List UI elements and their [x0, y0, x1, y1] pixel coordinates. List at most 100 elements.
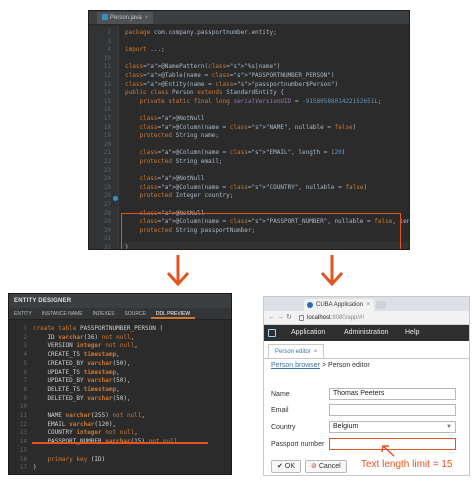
- code-line: 1 create table PASSPORTNUMBER_PERSON (: [9, 324, 231, 333]
- line-number: 2: [23, 333, 27, 341]
- email-field[interactable]: [329, 404, 456, 416]
- line-number: 5: [23, 359, 27, 367]
- code-editor: Person.java × 2 package com.company.passpo…: [88, 10, 410, 250]
- code-line: 15: [9, 446, 231, 455]
- back-icon[interactable]: ←: [268, 311, 275, 325]
- close-icon[interactable]: ×: [366, 299, 370, 311]
- code-text: DELETE_TS timestamp,: [33, 385, 120, 393]
- browser-window: CUBA Application × ← → ↻ localhost:8080/…: [263, 296, 470, 476]
- address-bar[interactable]: ← → ↻ localhost:8080/app/#!: [264, 311, 469, 325]
- tab-person-editor-label: Person editor: [275, 349, 311, 355]
- passport-ddl-underline: [32, 442, 208, 444]
- ddl-preview[interactable]: 1 create table PASSPORTNUMBER_PERSON (2 I…: [9, 322, 231, 474]
- ok-button[interactable]: ✔ OK: [271, 460, 301, 473]
- country-label: Country: [271, 424, 296, 431]
- tab-indexes[interactable]: INDEXES: [88, 308, 120, 319]
- length-limit-annotation: Text length limit = 15: [361, 459, 453, 470]
- close-icon[interactable]: ×: [145, 15, 149, 21]
- ban-icon: ⊘: [311, 463, 317, 470]
- line-number: 11: [19, 412, 27, 419]
- passport-field-highlight: [121, 213, 401, 249]
- code-line: 4 CREATE_TS timestamp,: [9, 350, 231, 359]
- country-value: Belgium: [333, 423, 359, 430]
- page-icon: [299, 315, 304, 321]
- line-number: 3: [23, 342, 27, 350]
- line-number: 17: [19, 464, 27, 472]
- code-text: create table PASSPORTNUMBER_PERSON (: [33, 325, 164, 332]
- line-number: 13: [19, 429, 27, 437]
- code-line: 2 ID varchar(36) not null,: [9, 333, 231, 342]
- cancel-label: Cancel: [318, 463, 341, 470]
- new-tab-button[interactable]: [376, 301, 386, 309]
- country-select[interactable]: Belgium ▼: [329, 421, 456, 433]
- code-text: COUNTRY integer not null,: [33, 429, 138, 437]
- breadcrumb-separator: >: [321, 362, 327, 369]
- line-number: 10: [19, 403, 27, 411]
- name-field[interactable]: Thomas Peeters: [329, 388, 456, 400]
- code-line: 5 CREATED_BY varchar(50),: [9, 359, 231, 368]
- code-line: 11 NAME varchar(255) not null,: [9, 411, 231, 420]
- arrow-down-left-icon: [166, 255, 190, 287]
- code-line: 16 primary key (ID): [9, 455, 231, 464]
- code-line: 9 DELETED_BY varchar(50),: [9, 394, 231, 403]
- tab-source[interactable]: SOURCE: [119, 308, 150, 319]
- tab-instance-name[interactable]: INSTANCE NAME: [37, 308, 88, 319]
- code-text: NAME varchar(255) not null,: [33, 412, 146, 419]
- line-number: 14: [19, 438, 27, 446]
- app-menu-bar: Application Administration Help: [264, 325, 469, 341]
- line-number: 15: [19, 446, 27, 454]
- browser-tabbar: CUBA Application ×: [264, 297, 469, 311]
- cancel-button[interactable]: ⊘ Cancel: [305, 460, 347, 473]
- code-line: 13 COUNTRY integer not null,: [9, 428, 231, 437]
- code-area[interactable]: 2 package com.company.passportnumber.enti…: [89, 26, 409, 249]
- code-text: CREATED_BY varchar(50),: [33, 359, 131, 367]
- menu-help[interactable]: Help: [405, 325, 419, 341]
- tab-ddl-preview[interactable]: DDL PREVIEW: [150, 308, 196, 319]
- forward-icon[interactable]: →: [277, 311, 284, 325]
- code-line: 17): [9, 463, 231, 472]
- java-class-icon: [102, 14, 108, 20]
- designer-title: ENTITY DESIGNER: [9, 294, 231, 308]
- line-number: 7: [23, 377, 27, 385]
- url-host: localhost: [307, 315, 331, 321]
- check-icon: ✔: [277, 463, 283, 470]
- file-tab-label: Person.java: [110, 15, 142, 21]
- tab-divider: [264, 358, 469, 359]
- menu-application[interactable]: Application: [291, 325, 325, 341]
- line-number: 12: [19, 420, 27, 428]
- line-number: 16: [19, 455, 27, 463]
- browser-tab[interactable]: CUBA Application ×: [304, 299, 374, 311]
- line-number: 4: [23, 351, 27, 359]
- reload-icon[interactable]: ↻: [286, 311, 292, 325]
- name-label: Name: [271, 391, 290, 398]
- email-label: Email: [271, 407, 289, 414]
- menu-administration[interactable]: Administration: [344, 325, 388, 341]
- breadcrumb: Person browser > Person editor: [271, 362, 370, 369]
- file-tab-person-java[interactable]: Person.java ×: [97, 12, 154, 24]
- code-text: UPDATE_TS timestamp,: [33, 368, 120, 376]
- code-text: EMAIL varchar(120),: [33, 420, 117, 428]
- chevron-down-icon[interactable]: ▼: [446, 422, 452, 432]
- editor-tabbar: Person.java ×: [89, 11, 409, 25]
- line-number: 9: [23, 394, 27, 402]
- code-line: 12 EMAIL varchar(120),: [9, 420, 231, 429]
- code-text: VERSION integer not null,: [33, 342, 138, 350]
- code-text: primary key (ID): [47, 455, 106, 463]
- url-path: :8080/app/#!: [330, 315, 365, 321]
- code-line: 3 VERSION integer not null,: [9, 341, 231, 350]
- tab-entity[interactable]: ENTITY: [9, 308, 37, 319]
- arrow-up-left-icon: [381, 445, 395, 457]
- entity-designer-panel: ENTITY DESIGNER ENTITY INSTANCE NAME INDEX…: [8, 293, 232, 475]
- designer-tabs: ENTITY INSTANCE NAME INDEXES SOURCE DDL PREV…: [9, 308, 231, 320]
- code-text: CREATE_TS timestamp,: [33, 351, 120, 359]
- code-line: 8 DELETE_TS timestamp,: [9, 385, 231, 394]
- url-text[interactable]: localhost:8080/app/#!: [307, 311, 364, 325]
- cuba-logo-icon: [268, 329, 276, 337]
- code-text: UPDATED_BY varchar(50),: [33, 377, 131, 385]
- code-text: ID varchar(36) not null,: [33, 333, 135, 341]
- breadcrumb-person-browser[interactable]: Person browser: [271, 362, 320, 369]
- tab-person-editor[interactable]: Person editor ×: [268, 344, 325, 358]
- close-icon[interactable]: ×: [314, 349, 318, 355]
